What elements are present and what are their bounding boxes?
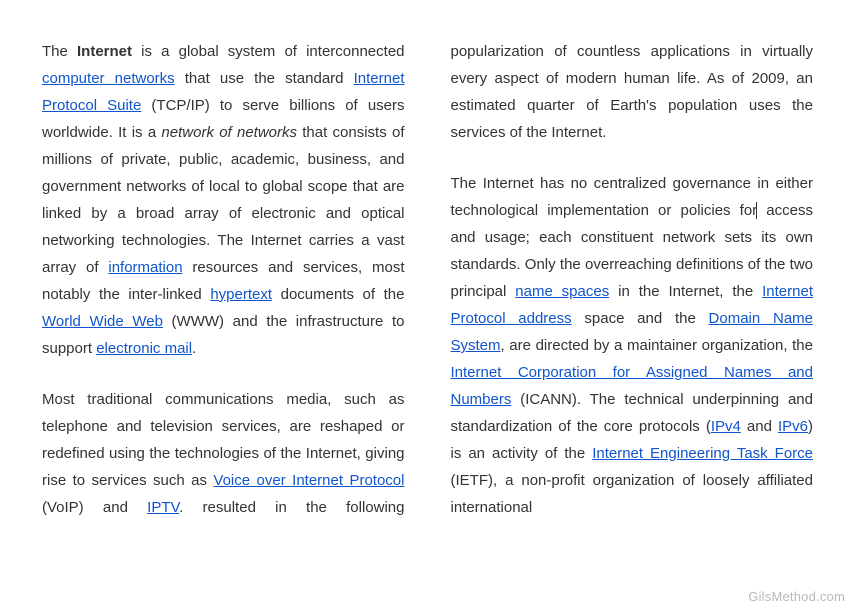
text-run: . bbox=[192, 340, 196, 357]
link-ipv6[interactable]: IPv6 bbox=[778, 418, 808, 435]
link-name-spaces[interactable]: name spaces bbox=[515, 283, 609, 300]
link-ipv4[interactable]: IPv4 bbox=[711, 418, 741, 435]
link-information[interactable]: information bbox=[108, 259, 182, 276]
bold-text: Internet bbox=[77, 43, 132, 60]
link-world-wide-web[interactable]: World Wide Web bbox=[42, 313, 163, 330]
text-run: . bbox=[179, 499, 202, 516]
link-hypertext[interactable]: hypertext bbox=[210, 286, 272, 303]
link-computer-networks[interactable]: computer networks bbox=[42, 70, 175, 87]
italic-text: network of networks bbox=[161, 124, 297, 141]
link-iptv[interactable]: IPTV bbox=[147, 499, 179, 516]
paragraph: The Internet has no centralized governan… bbox=[451, 170, 814, 521]
text-run: (IETF), a non-profit organization of loo… bbox=[451, 472, 814, 516]
text-run: that consists of millions of private, pu… bbox=[42, 124, 405, 276]
link-voip[interactable]: Voice over Internet Protocol bbox=[213, 472, 404, 489]
watermark-text: GilsMethod.com bbox=[748, 589, 845, 604]
text-run: , are directed by a maintainer organizat… bbox=[501, 337, 813, 354]
paragraph: The Internet is a global system of inter… bbox=[42, 38, 405, 362]
link-ietf[interactable]: Internet Engineering Task Force bbox=[592, 445, 813, 462]
text-run: The bbox=[42, 43, 77, 60]
link-electronic-mail[interactable]: electronic mail bbox=[96, 340, 192, 357]
text-run: in the Internet, the bbox=[609, 283, 762, 300]
document-body: The Internet is a global system of inter… bbox=[0, 0, 855, 602]
text-run: is a global system of interconnected bbox=[132, 43, 404, 60]
text-run: (VoIP) and bbox=[42, 499, 147, 516]
text-run: that use the standard bbox=[175, 70, 354, 87]
text-run: and bbox=[741, 418, 778, 435]
text-run: space and the bbox=[572, 310, 709, 327]
text-run: documents of the bbox=[272, 286, 404, 303]
